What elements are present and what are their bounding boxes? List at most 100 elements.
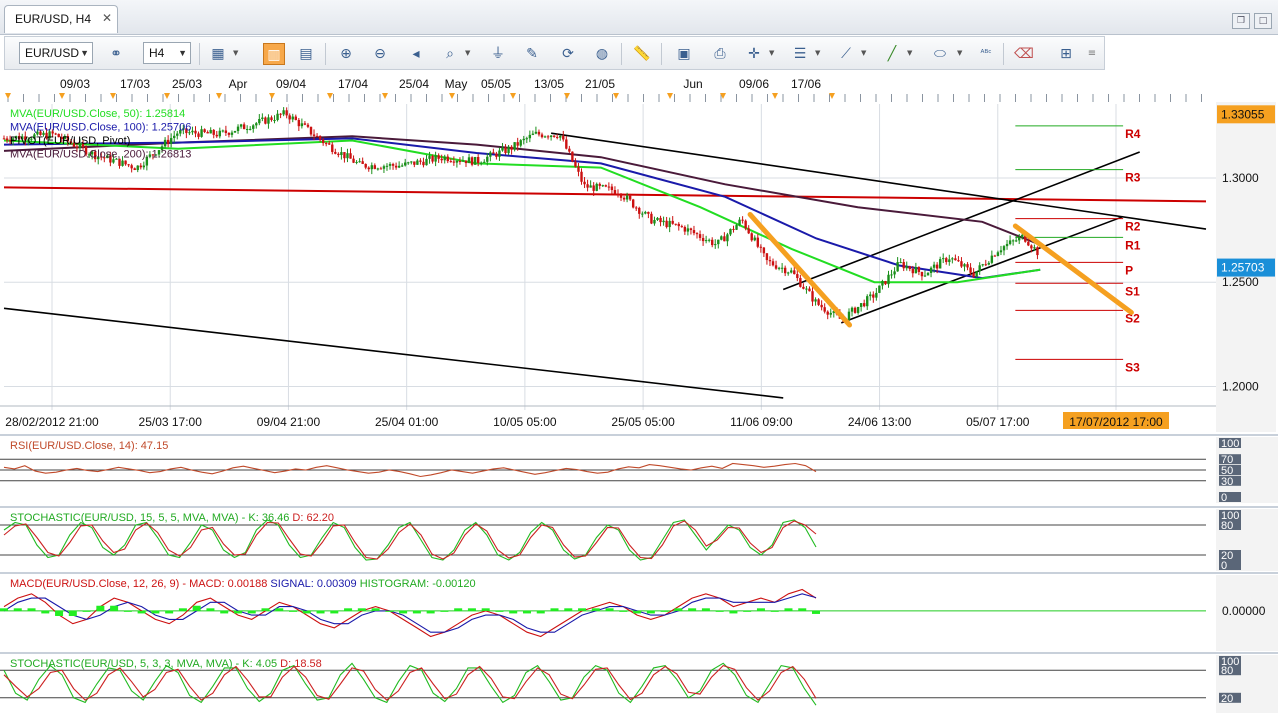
candle-body (902, 262, 905, 269)
candle-body (513, 142, 516, 150)
candle-body (349, 153, 352, 159)
candle-body (291, 116, 294, 120)
candle-body (121, 160, 124, 166)
top-time-label: May (445, 77, 468, 91)
top-time-label: 17/03 (120, 77, 150, 91)
candle-body (935, 264, 939, 269)
candle-body (914, 267, 918, 274)
candle-body (1027, 241, 1030, 246)
price-chart[interactable]: R4R3R2R1PS1S2S3 09/03 17/03 25/03 Apr 09/04 1… (0, 0, 1278, 713)
candle-body (282, 110, 285, 115)
candle-body (777, 267, 781, 269)
indicator-label: PIVOT(EUR/USD, Pivot) (10, 135, 130, 147)
candle-body (920, 271, 924, 277)
candle-body (218, 130, 222, 137)
candle-body (303, 123, 307, 125)
candle-body (698, 234, 702, 238)
candle-body (555, 136, 559, 138)
bottom-time-label: 09/04 21:00 (257, 415, 321, 429)
candle-body (850, 307, 854, 312)
candle-body (361, 161, 364, 164)
candle-body (862, 303, 866, 307)
bottom-time-label: 25/05 05:00 (611, 415, 675, 429)
candle-body (829, 312, 832, 315)
candle-body (607, 186, 611, 188)
candle-body (805, 288, 808, 290)
candle-body (711, 239, 714, 246)
candle-body (1011, 240, 1015, 242)
indicator-label: MVA(EUR/USD.Close, 200): 1.26813 (10, 149, 191, 161)
candle-body (394, 165, 398, 168)
candle-body (242, 124, 246, 130)
candle-body (197, 133, 200, 137)
candle-body (294, 116, 297, 120)
candle-body (142, 165, 146, 168)
candle-body (911, 268, 915, 274)
candle-body (990, 255, 994, 263)
indicator-label: MVA(EUR/USD.Close, 50): 1.25814 (10, 108, 185, 120)
top-time-label: Apr (229, 77, 248, 91)
candle-body (723, 236, 726, 242)
candle-body (717, 239, 720, 245)
candle-body (966, 264, 969, 268)
candle-body (200, 129, 203, 137)
candle-body (245, 128, 249, 130)
candle-body (306, 124, 310, 127)
candle-body (1002, 246, 1006, 251)
candle-body (635, 207, 638, 209)
pivot-label: S1 (1125, 284, 1140, 298)
candle-body (331, 144, 334, 152)
candle-body (346, 153, 349, 159)
candle-body (1021, 234, 1024, 237)
candle-body (249, 128, 252, 130)
candle-body (808, 288, 811, 292)
candle-body (324, 143, 328, 145)
candle-body (340, 152, 343, 156)
candle-body (239, 124, 243, 127)
bottom-time-label: 05/07 17:00 (966, 415, 1030, 429)
candle-body (759, 246, 763, 248)
candle-body (285, 110, 288, 116)
candle-body (796, 274, 799, 279)
candle-body (136, 165, 139, 171)
candle-body (638, 207, 641, 214)
candle-body (680, 226, 684, 228)
candle-body (899, 262, 902, 264)
candle-body (370, 165, 373, 170)
candle-body (492, 152, 495, 154)
candle-body (416, 160, 419, 165)
top-time-label: Jun (683, 77, 702, 91)
bottom-time-label: 10/05 05:00 (493, 415, 557, 429)
candle-body (802, 286, 805, 289)
candle-body (495, 153, 498, 157)
candle-body (631, 199, 635, 208)
candle-body (896, 262, 899, 272)
candle-body (926, 272, 930, 276)
candle-body (364, 163, 367, 168)
candle-body (139, 165, 142, 168)
candle-body (300, 123, 304, 127)
candle-body (559, 135, 562, 138)
candle-body (942, 258, 945, 260)
candle-body (422, 161, 425, 166)
candle-body (765, 253, 769, 261)
candle-body (568, 148, 571, 152)
candle-body (999, 250, 1003, 253)
candle-body (279, 113, 282, 115)
last-price-label: 1.25703 (1221, 261, 1265, 275)
top-time-label: 13/05 (534, 77, 564, 91)
candle-body (963, 264, 966, 267)
candle-body (227, 132, 231, 135)
candle-body (425, 158, 428, 166)
candle-body (771, 261, 775, 266)
candle-body (996, 252, 1000, 257)
candle-body (589, 185, 592, 188)
candle-body (686, 228, 690, 232)
candle-body (1033, 247, 1036, 249)
candle-body (881, 281, 884, 286)
candle-body (501, 147, 504, 151)
candle-body (452, 161, 456, 163)
candle-body (859, 303, 863, 307)
candle-body (252, 125, 255, 129)
candle-body (267, 117, 270, 124)
